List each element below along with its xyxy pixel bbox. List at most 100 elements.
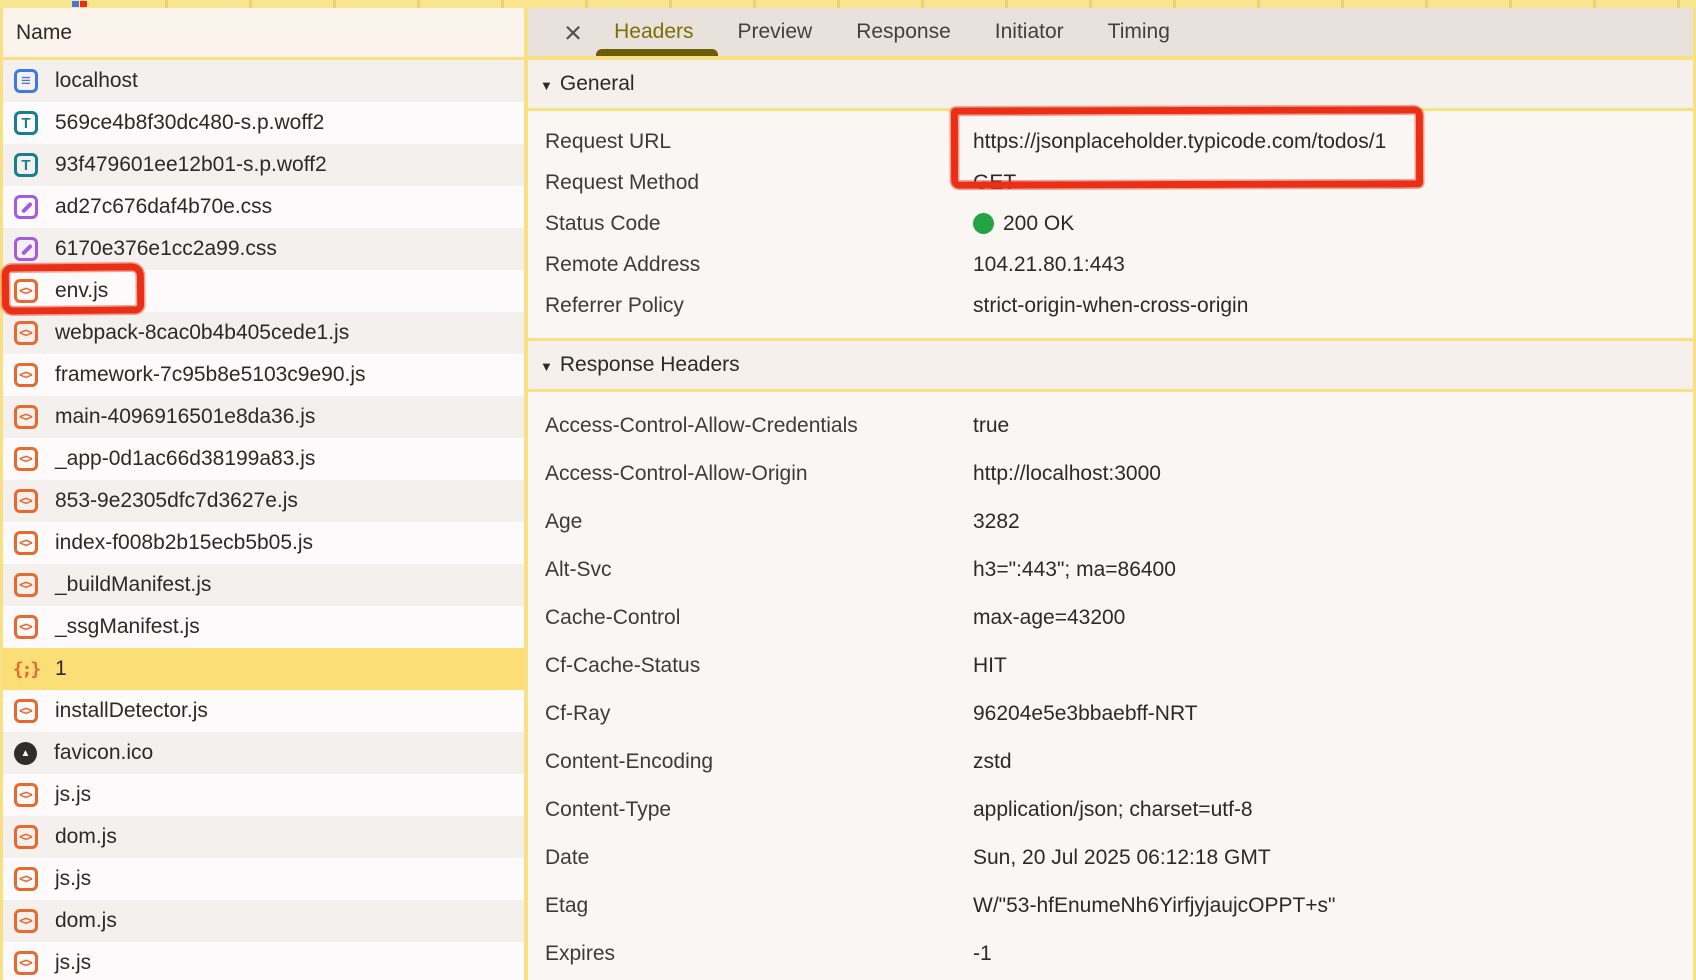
header-value-text: https://jsonplaceholder.typicode.com/tod…	[973, 130, 1386, 154]
network-overview-strip[interactable]	[0, 0, 1696, 8]
name-column-header[interactable]: Name	[3, 8, 524, 60]
request-row[interactable]: <>dom.js	[3, 816, 524, 858]
header-value: true	[973, 414, 1009, 438]
request-name-label: installDetector.js	[55, 699, 208, 723]
request-row[interactable]: <> main-4096916501e8da36.js	[3, 396, 524, 438]
header-value-text: 200 OK	[1003, 212, 1074, 236]
header-name: Remote Address	[528, 253, 973, 277]
request-row[interactable]: <>index-f008b2b15ecb5b05.js	[3, 522, 524, 564]
header-name: Etag	[528, 894, 973, 918]
collapse-triangle-icon: ▼	[540, 359, 553, 374]
request-row[interactable]: <>_buildManifest.js	[3, 564, 524, 606]
request-row[interactable]: <> env.js	[3, 270, 524, 312]
script-icon: <>	[14, 909, 38, 933]
tab-initiator[interactable]: Initiator	[995, 8, 1064, 56]
script-icon: <>	[14, 825, 38, 849]
header-value: application/json; charset=utf-8	[973, 798, 1253, 822]
request-name-label: env.js	[55, 279, 108, 303]
header-value: W/"53-hfEnumeNh6YirfjyjaujcOPPT+s"	[973, 894, 1336, 918]
script-icon: <>	[14, 615, 38, 639]
request-row[interactable]: <>installDetector.js	[3, 690, 524, 732]
request-row[interactable]: <> _app-0d1ac66d38199a83.js	[3, 438, 524, 480]
header-name: Content-Type	[528, 798, 973, 822]
section-header-response-headers[interactable]: ▼Response Headers	[528, 341, 1693, 392]
header-value-text: 104.21.80.1:443	[973, 253, 1125, 277]
header-value: GET	[973, 171, 1016, 195]
header-value-text: W/"53-hfEnumeNh6YirfjyjaujcOPPT+s"	[973, 894, 1336, 918]
tab-headers[interactable]: Headers	[614, 8, 693, 56]
header-value-text: 96204e5e3bbaebff-NRT	[973, 702, 1198, 726]
header-value-text: true	[973, 414, 1009, 438]
request-name-label: main-4096916501e8da36.js	[55, 405, 315, 429]
request-name-label: 1	[55, 657, 67, 681]
header-value: Sun, 20 Jul 2025 06:12:18 GMT	[973, 846, 1271, 870]
header-name: Cache-Control	[528, 606, 973, 630]
requests-list-panel: Name ≡localhostT569ce4b8f30dc480-s.p.wof…	[0, 8, 524, 980]
name-column-label: Name	[16, 21, 72, 45]
script-icon: <>	[14, 573, 38, 597]
request-row[interactable]: T93f479601ee12b01-s.p.woff2	[3, 144, 524, 186]
request-row[interactable]: <>js.js	[3, 858, 524, 900]
request-row[interactable]: <> js.js	[3, 942, 524, 980]
header-name: Cf-Ray	[528, 702, 973, 726]
request-name-label: dom.js	[55, 909, 117, 933]
header-value: 96204e5e3bbaebff-NRT	[973, 702, 1198, 726]
header-name: Age	[528, 510, 973, 534]
overview-red-tick	[80, 1, 87, 7]
request-name-label: js.js	[55, 951, 91, 975]
request-name-label: js.js	[55, 783, 91, 807]
request-row[interactable]: <> dom.js	[3, 900, 524, 942]
request-row[interactable]: <>webpack-8cac0b4b405cede1.js	[3, 312, 524, 354]
header-kv-row: Cf-Cache-StatusHIT	[528, 642, 1693, 690]
document-icon: ≡	[14, 69, 38, 93]
header-value: https://jsonplaceholder.typicode.com/tod…	[973, 130, 1386, 154]
stylesheet-icon	[14, 237, 38, 261]
request-row[interactable]: T569ce4b8f30dc480-s.p.woff2	[3, 102, 524, 144]
script-icon: <>	[14, 951, 38, 975]
header-name: Request Method	[528, 171, 973, 195]
header-value: max-age=43200	[973, 606, 1125, 630]
request-name-label: 93f479601ee12b01-s.p.woff2	[55, 153, 327, 177]
tab-timing[interactable]: Timing	[1108, 8, 1170, 56]
header-value: HIT	[973, 654, 1007, 678]
request-row[interactable]: {;} 1	[3, 648, 524, 690]
request-row[interactable]: <>853-9e2305dfc7d3627e.js	[3, 480, 524, 522]
header-value: -1	[973, 942, 992, 966]
header-kv-row: Request URLhttps://jsonplaceholder.typic…	[528, 121, 1693, 162]
script-icon: <>	[14, 279, 38, 303]
section-title: General	[560, 72, 635, 96]
request-name-label: _app-0d1ac66d38199a83.js	[55, 447, 315, 471]
request-row[interactable]: <>framework-7c95b8e5103c9e90.js	[3, 354, 524, 396]
overview-blue-tick	[72, 1, 79, 7]
tab-preview[interactable]: Preview	[738, 8, 813, 56]
header-kv-row: Alt-Svch3=":443"; ma=86400	[528, 546, 1693, 594]
script-icon: <>	[14, 405, 38, 429]
header-value: 104.21.80.1:443	[973, 253, 1125, 277]
request-row[interactable]: ≡localhost	[3, 60, 524, 102]
header-value-text: zstd	[973, 750, 1012, 774]
script-icon: <>	[14, 447, 38, 471]
header-name: Referrer Policy	[528, 294, 973, 318]
header-kv-row: Cf-Ray96204e5e3bbaebff-NRT	[528, 690, 1693, 738]
request-row[interactable]: <>js.js	[3, 774, 524, 816]
request-row[interactable]: ▲favicon.ico	[3, 732, 524, 774]
section-header-general[interactable]: ▼General	[528, 60, 1693, 111]
close-icon[interactable]: ×	[564, 17, 582, 48]
header-kv-row: DateSun, 20 Jul 2025 06:12:18 GMT	[528, 834, 1693, 882]
request-row[interactable]: 6170e376e1cc2a99.css	[3, 228, 524, 270]
header-name: Access-Control-Allow-Credentials	[528, 414, 973, 438]
request-name-label: webpack-8cac0b4b405cede1.js	[55, 321, 349, 345]
header-name: Cf-Cache-Status	[528, 654, 973, 678]
favicon-icon: ▲	[14, 742, 37, 765]
request-name-label: 569ce4b8f30dc480-s.p.woff2	[55, 111, 324, 135]
fetch-icon: {;}	[14, 657, 38, 681]
header-kv-row: Remote Address104.21.80.1:443	[528, 244, 1693, 285]
request-row[interactable]: ad27c676daf4b70e.css	[3, 186, 524, 228]
header-name: Status Code	[528, 212, 973, 236]
header-kv-row: Request MethodGET	[528, 162, 1693, 203]
request-row[interactable]: <> _ssgManifest.js	[3, 606, 524, 648]
header-name: Date	[528, 846, 973, 870]
tab-response[interactable]: Response	[856, 8, 951, 56]
request-name-label: _ssgManifest.js	[55, 615, 200, 639]
header-kv-row: Referrer Policystrict-origin-when-cross-…	[528, 285, 1693, 326]
